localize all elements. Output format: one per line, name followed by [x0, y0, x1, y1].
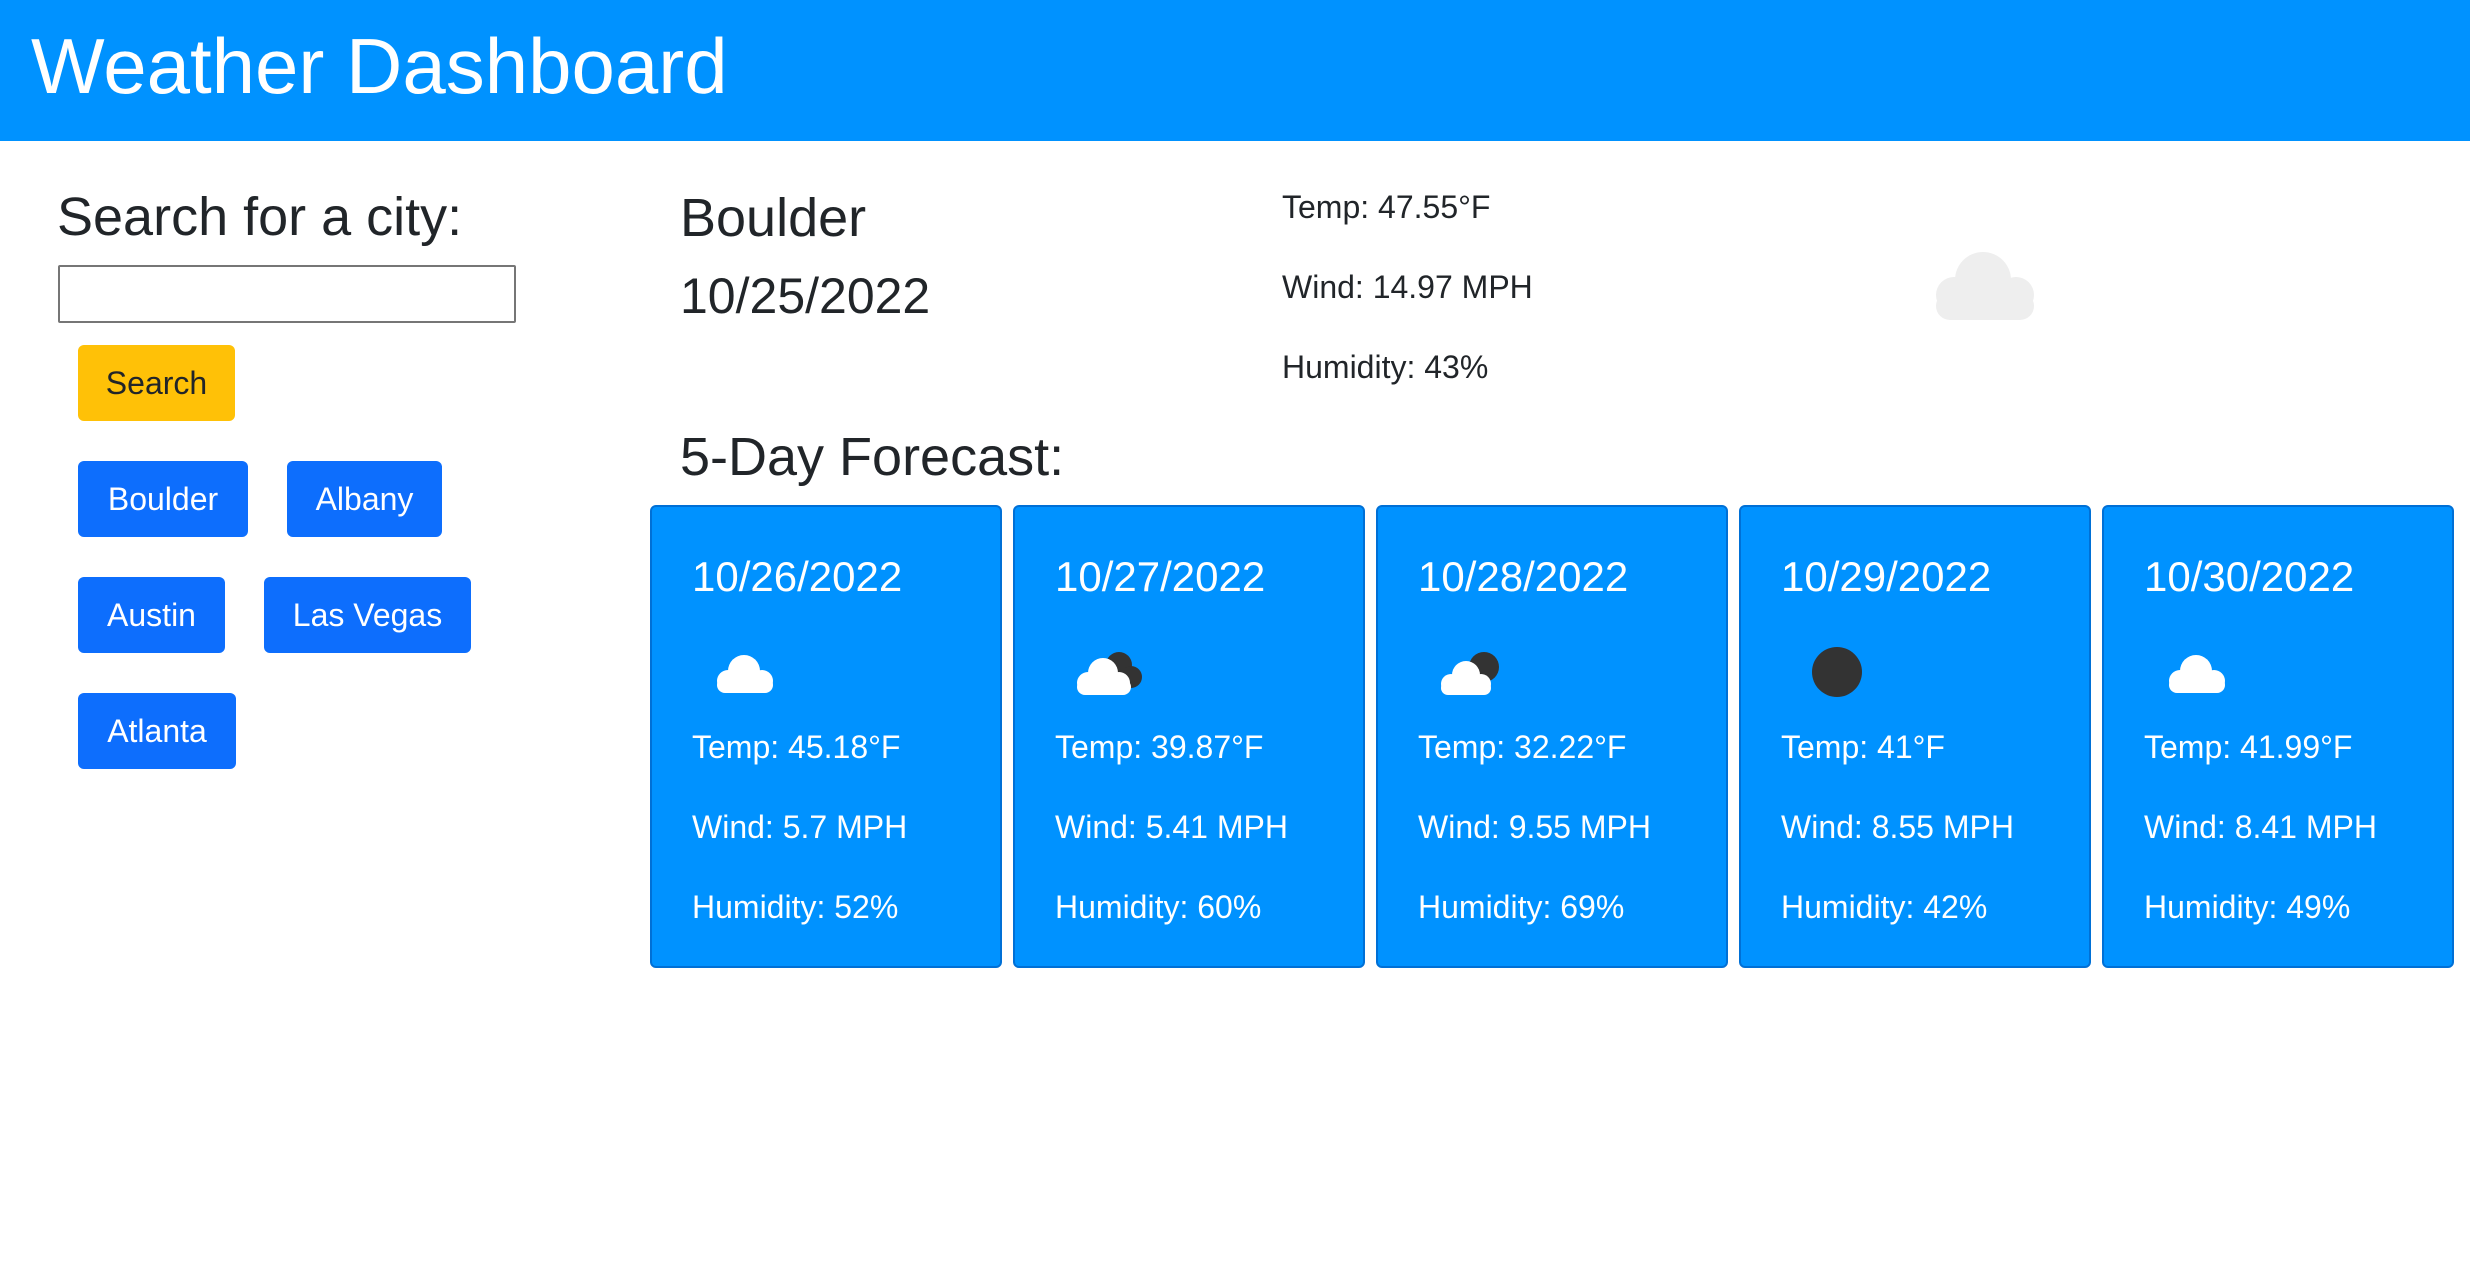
forecast-card: 10/28/2022 Temp: 32.22°F Wind: 9.55 MPH …	[1376, 505, 1728, 968]
forecast-date: 10/30/2022	[2144, 553, 2355, 600]
forecast-humidity: Humidity: 69%	[1418, 889, 1625, 925]
current-city-name: Boulder	[680, 188, 867, 248]
cloud-icon	[717, 655, 773, 693]
forecast-heading: 5-Day Forecast:	[680, 427, 1065, 487]
forecast-wind: Wind: 5.7 MPH	[692, 809, 908, 845]
forecast-date: 10/26/2022	[692, 553, 903, 600]
forecast-wind: Wind: 9.55 MPH	[1418, 809, 1651, 845]
forecast-card: 10/27/2022 Temp: 39.87°F Wind: 5.41 MPH …	[1013, 505, 1365, 968]
forecast-card: 10/26/2022 Temp: 45.18°F Wind: 5.7 MPH H…	[650, 505, 1002, 968]
history-button-las-vegas[interactable]: Las Vegas	[264, 577, 471, 653]
forecast-humidity: Humidity: 42%	[1781, 889, 1988, 925]
forecast-temp: Temp: 45.18°F	[692, 729, 901, 765]
forecast-card: 10/29/2022 Temp: 41°F Wind: 8.55 MPH Hum…	[1739, 505, 2091, 968]
cloud-icon	[1936, 252, 2034, 320]
forecast-card: 10/30/2022 Temp: 41.99°F Wind: 8.41 MPH …	[2102, 505, 2454, 968]
current-date: 10/25/2022	[680, 268, 931, 324]
app-root: Weather Dashboard Search for a city: Sea…	[0, 0, 2470, 1288]
search-button[interactable]: Search	[78, 345, 235, 421]
forecast-wind: Wind: 5.41 MPH	[1055, 809, 1288, 845]
page-title: Weather Dashboard	[31, 22, 728, 110]
forecast-wind: Wind: 8.41 MPH	[2144, 809, 2377, 845]
forecast-temp: Temp: 32.22°F	[1418, 729, 1627, 765]
header-bar: Weather Dashboard	[0, 0, 2470, 141]
clear-night-icon	[1812, 647, 1862, 697]
forecast-date: 10/27/2022	[1055, 553, 1266, 600]
partly-cloudy-night-icon	[1441, 652, 1499, 695]
forecast-humidity: Humidity: 52%	[692, 889, 899, 925]
cloud-night-icon	[1077, 652, 1142, 695]
history-button-boulder[interactable]: Boulder	[78, 461, 248, 537]
history-button-austin[interactable]: Austin	[78, 577, 225, 653]
city-search-input[interactable]	[58, 265, 516, 323]
forecast-temp: Temp: 39.87°F	[1055, 729, 1264, 765]
history-button-atlanta[interactable]: Atlanta	[78, 693, 236, 769]
forecast-temp: Temp: 41.99°F	[2144, 729, 2353, 765]
forecast-wind: Wind: 8.55 MPH	[1781, 809, 2014, 845]
current-humidity: Humidity: 43%	[1282, 349, 1489, 385]
current-temp: Temp: 47.55°F	[1282, 189, 1491, 225]
forecast-temp: Temp: 41°F	[1781, 729, 1945, 765]
cloud-icon	[2169, 655, 2225, 693]
current-wind: Wind: 14.97 MPH	[1282, 269, 1533, 305]
forecast-date: 10/29/2022	[1781, 553, 1992, 600]
forecast-humidity: Humidity: 49%	[2144, 889, 2351, 925]
forecast-date: 10/28/2022	[1418, 553, 1629, 600]
forecast-humidity: Humidity: 60%	[1055, 889, 1262, 925]
search-heading: Search for a city:	[57, 187, 463, 247]
history-button-albany[interactable]: Albany	[287, 461, 442, 537]
